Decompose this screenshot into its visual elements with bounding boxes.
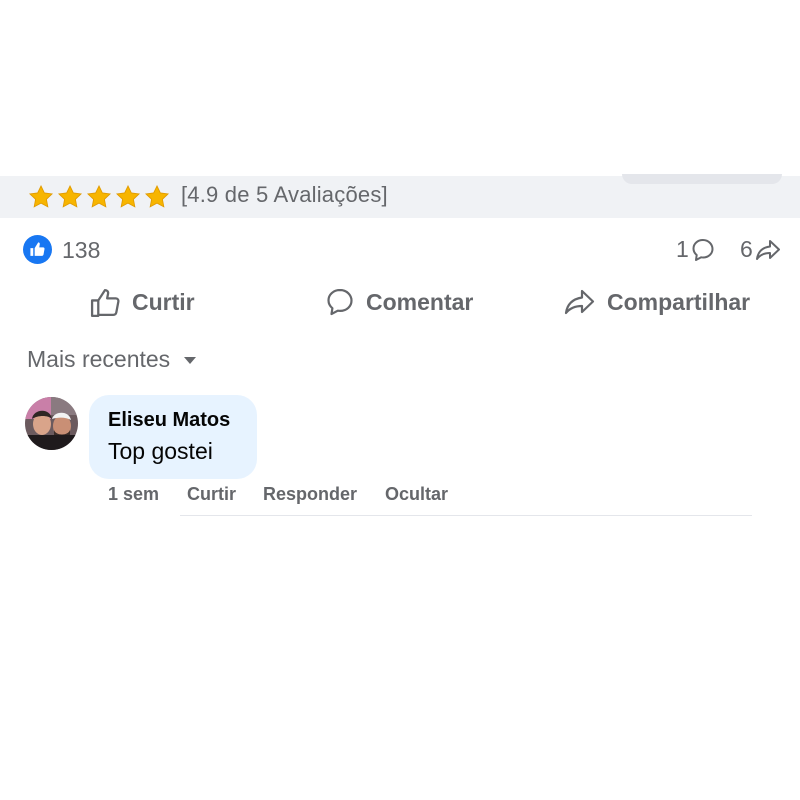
comment-count[interactable]: 1 [676, 236, 716, 263]
share-count-number: 6 [740, 236, 753, 262]
star-icon [57, 184, 83, 208]
rating-text: [4.9 de 5 Avaliações] [181, 182, 388, 207]
star-icon [144, 184, 170, 208]
comment-button-label: Comentar [366, 288, 474, 315]
comment-count-number: 1 [676, 236, 689, 262]
avatar-photo [25, 397, 78, 450]
like-count[interactable]: 138 [62, 237, 100, 264]
share-count[interactable]: 6 [740, 236, 782, 263]
comment-author[interactable]: Eliseu Matos [108, 409, 230, 432]
caret-down-icon [184, 356, 197, 364]
comment-icon [692, 238, 714, 261]
rating-banner: [4.9 de 5 Avaliações] [0, 174, 800, 218]
sort-dropdown[interactable]: Mais recentes [27, 346, 198, 373]
divider [180, 515, 752, 516]
share-button[interactable]: Compartilhar [563, 286, 750, 318]
comment-button[interactable]: Comentar [324, 286, 473, 318]
star-rating [27, 184, 171, 210]
top-pill-divider [622, 174, 782, 184]
star-icon [28, 184, 54, 208]
share-button-label: Compartilhar [607, 288, 751, 315]
avatar[interactable] [25, 397, 78, 450]
thumbs-up-icon [30, 242, 45, 256]
comment-bubble: Eliseu Matos Top gostei [89, 395, 257, 479]
thumbs-up-icon [90, 288, 120, 318]
comment-timestamp[interactable]: 1 sem [108, 484, 159, 505]
comment-like-link[interactable]: Curtir [187, 484, 236, 505]
comment-text: Top gostei [108, 438, 213, 464]
star-icon [86, 184, 112, 208]
sort-label: Mais recentes [27, 346, 171, 372]
like-button[interactable]: Curtir [89, 286, 195, 319]
like-button-label: Curtir [132, 289, 195, 315]
share-icon [564, 289, 595, 315]
comment-hide-link[interactable]: Ocultar [385, 484, 448, 505]
like-reaction-icon[interactable] [23, 235, 52, 264]
comment-reply-link[interactable]: Responder [263, 484, 357, 505]
share-icon [755, 239, 780, 260]
comment-icon [327, 288, 353, 316]
star-icon [115, 184, 141, 208]
